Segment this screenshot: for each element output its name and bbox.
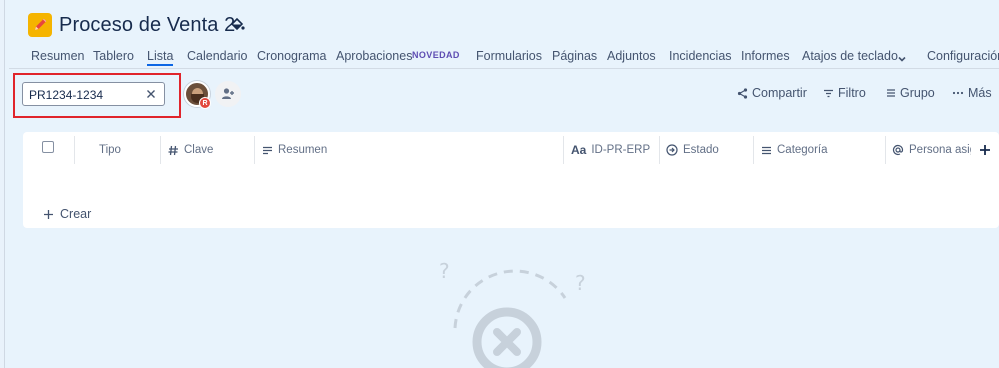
tab-atajos-de-teclado[interactable]: Atajos de teclado	[802, 48, 898, 66]
lines-icon	[263, 146, 272, 154]
filter-icon	[824, 89, 833, 97]
svg-text:?: ?	[439, 259, 450, 283]
tab-calendario[interactable]: Calendario	[187, 48, 247, 66]
project-pencil-icon	[28, 13, 52, 37]
more-label: Más	[968, 86, 992, 100]
column-header-clave[interactable]: Clave	[168, 142, 213, 158]
share-icon	[737, 87, 748, 99]
empty-search-illustration: ? ?	[439, 259, 586, 368]
column-header-categoria[interactable]: Categoría	[761, 142, 828, 158]
more-dots-icon	[952, 91, 964, 95]
page-title[interactable]: Proceso de Venta 2	[59, 14, 235, 37]
group-button[interactable]: Grupo	[886, 86, 935, 100]
column-header-estado[interactable]: Estado	[666, 142, 719, 158]
tab-aprobaciones[interactable]: Aprobaciones	[336, 48, 412, 66]
column-header-id-pr-erp[interactable]: Aa ID-PR-ERP	[571, 142, 650, 158]
column-header-persona-asignada[interactable]: Persona asign	[892, 142, 983, 158]
svg-text:?: ?	[575, 271, 586, 295]
more-button[interactable]: Más	[952, 86, 992, 100]
paint-bucket-icon[interactable]	[228, 16, 246, 34]
issues-table: Tipo Clave Resumen Aa ID-PR-ERP Estado C…	[23, 132, 999, 228]
tab-incidencias[interactable]: Incidencias	[669, 48, 732, 66]
filter-button[interactable]: Filtro	[823, 86, 866, 100]
share-label: Compartir	[752, 86, 807, 100]
chevron-down-icon[interactable]	[897, 51, 907, 62]
list-icon	[762, 146, 771, 154]
tab-adjuntos[interactable]: Adjuntos	[607, 48, 656, 66]
status-arrow-icon	[666, 144, 678, 156]
new-badge: NOVEDAD	[412, 50, 460, 60]
tab-paginas[interactable]: Páginas	[552, 48, 597, 66]
hash-icon	[168, 145, 178, 155]
group-icon	[887, 89, 895, 97]
filter-label: Filtro	[838, 86, 866, 100]
tab-configuracion[interactable]: Configuración d	[927, 48, 999, 66]
close-icon[interactable]	[144, 87, 158, 101]
column-header-resumen[interactable]: Resumen	[262, 142, 327, 158]
group-label: Grupo	[900, 86, 935, 100]
add-people-icon[interactable]	[215, 81, 241, 107]
tab-resumen[interactable]: Resumen	[31, 48, 85, 66]
plus-icon	[44, 209, 53, 219]
share-button[interactable]: Compartir	[737, 86, 807, 100]
tab-formularios[interactable]: Formularios	[476, 48, 542, 66]
text-field-icon: Aa	[571, 143, 587, 157]
tabs-divider	[9, 68, 999, 69]
plus-icon	[980, 145, 990, 155]
column-header-tipo[interactable]: Tipo	[99, 142, 121, 158]
tab-lista[interactable]: Lista	[147, 48, 174, 66]
tab-cronograma[interactable]: Cronograma	[257, 48, 326, 66]
tab-tablero[interactable]: Tablero	[93, 48, 134, 66]
add-column-button[interactable]	[971, 136, 999, 164]
at-icon	[892, 144, 904, 156]
search-input-value[interactable]: PR1234-1234	[29, 88, 103, 102]
select-all-checkbox[interactable]	[42, 141, 54, 153]
search-input[interactable]: PR1234-1234	[22, 82, 165, 106]
create-issue-button[interactable]: Crear	[43, 207, 91, 221]
avatar-badge: R	[199, 97, 211, 109]
tab-informes[interactable]: Informes	[741, 48, 790, 66]
